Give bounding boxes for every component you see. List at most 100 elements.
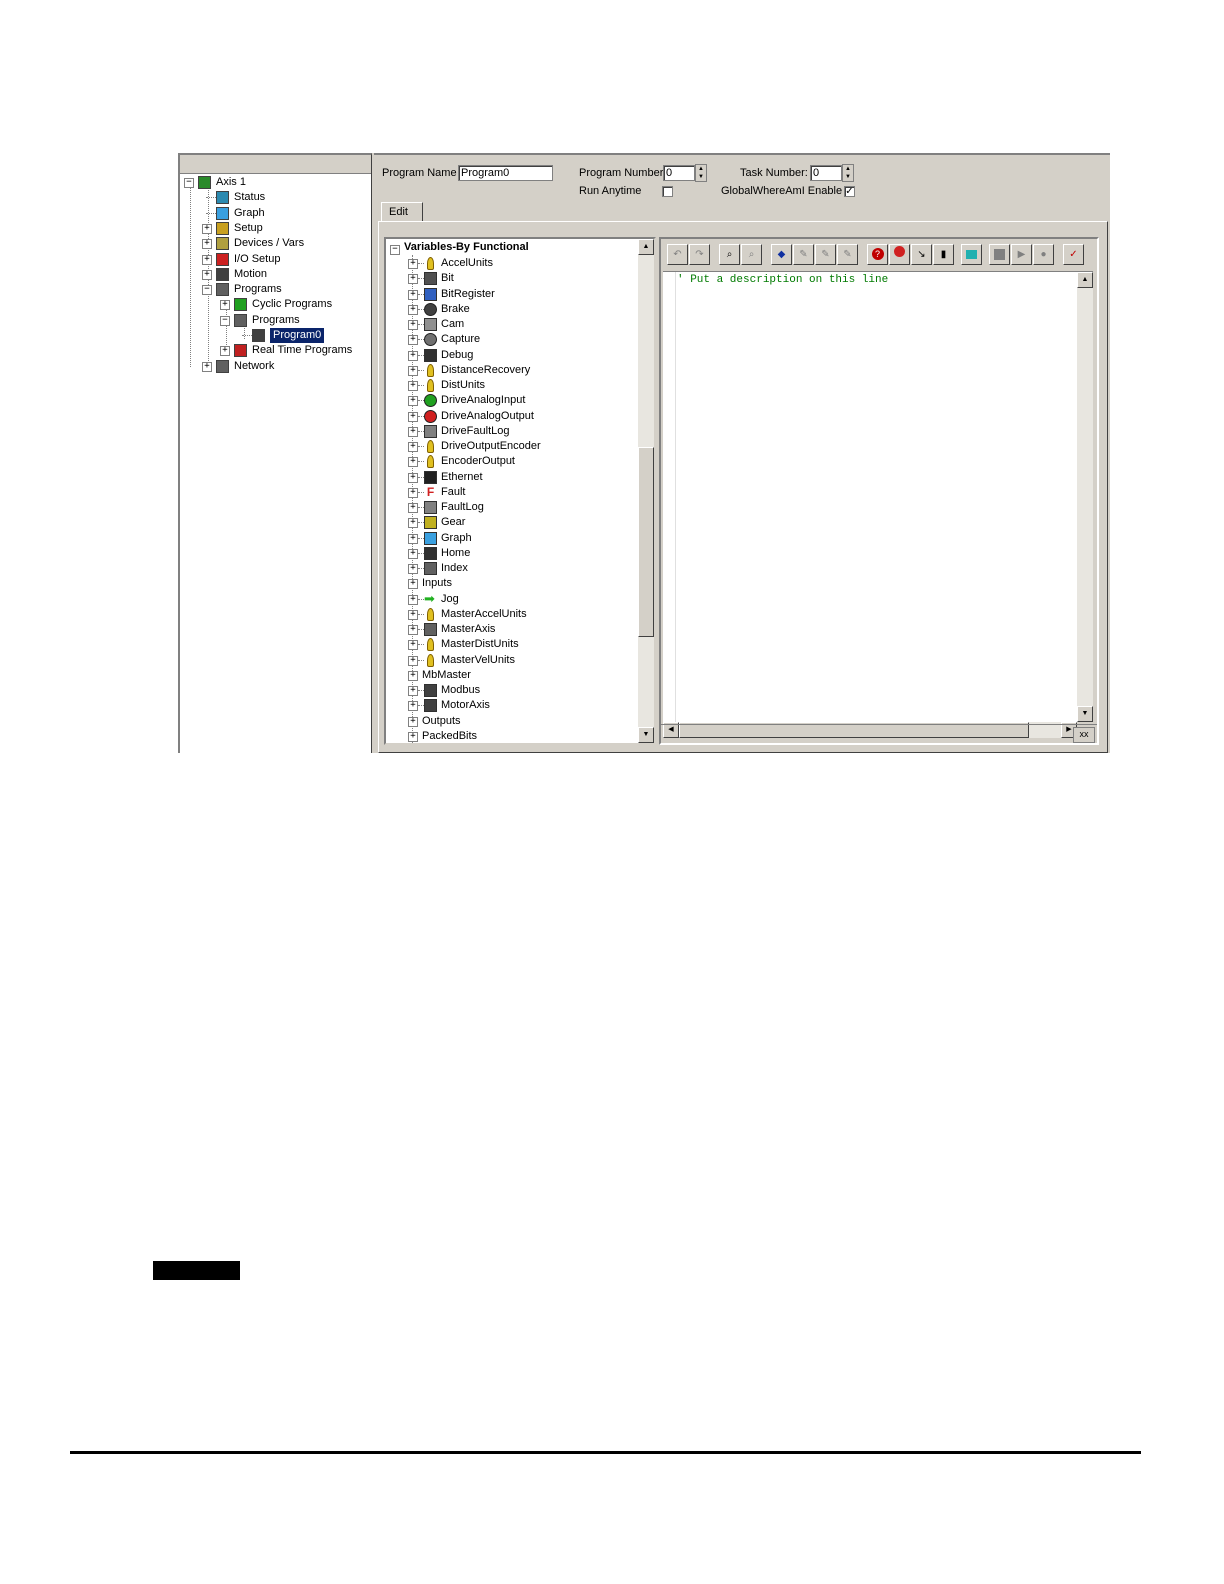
- nav-item-i-o-setup[interactable]: + I/O Setup: [180, 252, 370, 267]
- next-bookmark-icon[interactable]: ✎: [793, 244, 814, 265]
- expand-icon[interactable]: +: [408, 533, 418, 544]
- lock-icon[interactable]: [961, 244, 982, 265]
- expand-icon[interactable]: +: [408, 365, 418, 376]
- watch-icon[interactable]: ▮: [933, 244, 954, 265]
- variable-group-driveoutputencoder[interactable]: + DriveOutputEncoder: [386, 439, 636, 454]
- find-replace-icon[interactable]: ⌕: [741, 244, 762, 265]
- collapse-icon[interactable]: −: [220, 315, 230, 326]
- program-name-input[interactable]: Program0: [458, 165, 553, 181]
- variable-group-distunits[interactable]: + DistUnits: [386, 378, 636, 393]
- expand-icon[interactable]: +: [408, 274, 418, 285]
- expand-icon[interactable]: +: [408, 655, 418, 666]
- redo-icon[interactable]: ↷: [689, 244, 710, 265]
- expand-icon[interactable]: +: [408, 304, 418, 315]
- scrollbar-thumb[interactable]: [638, 447, 654, 637]
- scroll-down-icon[interactable]: ▼: [638, 727, 654, 743]
- expand-icon[interactable]: +: [408, 518, 418, 529]
- expand-icon[interactable]: +: [220, 346, 230, 357]
- variable-group-index[interactable]: + Index: [386, 561, 636, 576]
- variable-group-drivefaultlog[interactable]: + DriveFaultLog: [386, 424, 636, 439]
- bookmark-icon[interactable]: ◆: [771, 244, 792, 265]
- variables-scrollbar[interactable]: ▲ ▼: [638, 239, 654, 743]
- nav-item-devices-vars[interactable]: + Devices / Vars: [180, 236, 370, 251]
- expand-icon[interactable]: +: [220, 300, 230, 311]
- variable-group-faultlog[interactable]: + FaultLog: [386, 500, 636, 515]
- check-syntax-icon[interactable]: ✓: [1063, 244, 1084, 265]
- nav-item-network[interactable]: + Network: [180, 359, 370, 374]
- variable-group-ethernet[interactable]: + Ethernet: [386, 470, 636, 485]
- editor-scroll-down-icon[interactable]: ▼: [1077, 706, 1093, 722]
- expand-icon[interactable]: +: [408, 731, 418, 742]
- variable-group-masteraxis[interactable]: + MasterAxis: [386, 622, 636, 637]
- variable-group-fault[interactable]: + F Fault: [386, 485, 636, 500]
- collapse-icon[interactable]: −: [390, 245, 400, 255]
- task-number-spinner[interactable]: ▲ ▼: [842, 164, 854, 182]
- expand-icon[interactable]: +: [408, 609, 418, 620]
- editor-vertical-scrollbar[interactable]: ▲ ▼: [1077, 272, 1093, 722]
- expand-icon[interactable]: +: [408, 289, 418, 300]
- variable-group-brake[interactable]: + Brake: [386, 302, 636, 317]
- tab-edit[interactable]: Edit: [381, 202, 423, 221]
- task-number-input[interactable]: 0: [810, 165, 842, 181]
- expand-icon[interactable]: +: [408, 670, 418, 681]
- expand-icon[interactable]: +: [202, 254, 212, 265]
- collapse-icon[interactable]: −: [202, 285, 212, 296]
- variable-group-driveanalogoutput[interactable]: + DriveAnalogOutput: [386, 409, 636, 424]
- expand-icon[interactable]: +: [408, 426, 418, 437]
- variables-root-label[interactable]: Variables-By Functional: [404, 241, 529, 253]
- collapse-icon[interactable]: −: [184, 178, 194, 188]
- expand-icon[interactable]: +: [408, 640, 418, 651]
- variable-group-graph[interactable]: + Graph: [386, 531, 636, 546]
- clear-bookmarks-icon[interactable]: ✎: [837, 244, 858, 265]
- expand-icon[interactable]: +: [408, 487, 418, 498]
- variable-group-bit[interactable]: + Bit: [386, 271, 636, 286]
- find-icon[interactable]: ⌕: [719, 244, 740, 265]
- expand-icon[interactable]: +: [408, 442, 418, 452]
- nav-item-programs[interactable]: − Programs: [180, 282, 370, 297]
- expand-icon[interactable]: +: [408, 594, 418, 605]
- expand-icon[interactable]: +: [202, 239, 212, 250]
- variable-group-packedbits[interactable]: + PackedBits: [386, 729, 636, 743]
- variable-group-outputs[interactable]: + Outputs: [386, 714, 636, 729]
- variable-group-motoraxis[interactable]: + MotorAxis: [386, 698, 636, 713]
- code-area[interactable]: ' Put a description on this line ▲ ▼: [663, 271, 1093, 722]
- variable-group-driveanaloginput[interactable]: + DriveAnalogInput: [386, 393, 636, 408]
- nav-item-real-time-programs[interactable]: + Real Time Programs: [180, 343, 370, 358]
- expand-icon[interactable]: +: [202, 269, 212, 280]
- expand-icon[interactable]: +: [408, 625, 418, 635]
- expand-icon[interactable]: +: [408, 686, 418, 696]
- editor-scroll-up-icon[interactable]: ▲: [1077, 272, 1093, 288]
- pause-icon[interactable]: ●: [1033, 244, 1054, 265]
- program-number-spinner[interactable]: ▲ ▼: [695, 164, 707, 182]
- expand-icon[interactable]: +: [408, 350, 418, 361]
- stop-icon[interactable]: [989, 244, 1010, 265]
- variable-group-accelunits[interactable]: + AccelUnits: [386, 256, 636, 271]
- expand-icon[interactable]: +: [408, 701, 418, 712]
- nav-item-motion[interactable]: + Motion: [180, 267, 370, 282]
- nav-item-status[interactable]: Status: [180, 190, 370, 205]
- help-icon[interactable]: ?: [867, 244, 888, 265]
- variable-group-gear[interactable]: + Gear: [386, 515, 636, 530]
- expand-icon[interactable]: +: [408, 503, 418, 513]
- expand-icon[interactable]: +: [408, 335, 418, 346]
- variable-group-bitregister[interactable]: + BitRegister: [386, 287, 636, 302]
- expand-icon[interactable]: +: [408, 411, 418, 422]
- expand-icon[interactable]: +: [408, 457, 418, 468]
- variable-group-masterdistunits[interactable]: + MasterDistUnits: [386, 637, 636, 652]
- step-icon[interactable]: ↘: [911, 244, 932, 265]
- nav-item-setup[interactable]: + Setup: [180, 221, 370, 236]
- variable-group-distancerecovery[interactable]: + DistanceRecovery: [386, 363, 636, 378]
- scroll-up-icon[interactable]: ▲: [638, 239, 654, 255]
- breakpoint-icon[interactable]: [889, 244, 910, 265]
- variable-group-masteraccelunits[interactable]: + MasterAccelUnits: [386, 607, 636, 622]
- expand-icon[interactable]: +: [408, 579, 418, 590]
- variable-group-debug[interactable]: + Debug: [386, 348, 636, 363]
- variable-group-home[interactable]: + Home: [386, 546, 636, 561]
- nav-item-cyclic-programs[interactable]: + Cyclic Programs: [180, 297, 370, 312]
- expand-icon[interactable]: +: [202, 361, 212, 372]
- code-line-1[interactable]: ' Put a description on this line: [677, 274, 888, 286]
- expand-icon[interactable]: +: [202, 223, 212, 234]
- nav-item-programs[interactable]: − Programs: [180, 313, 370, 328]
- expand-icon[interactable]: +: [408, 716, 418, 727]
- expand-icon[interactable]: +: [408, 472, 418, 483]
